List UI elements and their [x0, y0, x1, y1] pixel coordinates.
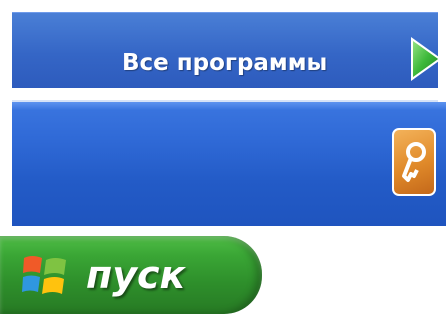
start-menu-footer	[12, 102, 446, 234]
all-programs-button[interactable]: Все программы	[12, 12, 442, 88]
menu-separator	[12, 88, 438, 102]
green-right-arrow-icon	[411, 37, 442, 81]
logoff-button[interactable]	[392, 128, 436, 196]
all-programs-label: Все программы	[122, 50, 328, 76]
key-icon	[402, 142, 426, 182]
start-label: пуск	[86, 253, 186, 297]
footer-edge	[0, 226, 446, 236]
footer-highlight	[12, 102, 446, 110]
windows-logo-icon	[22, 256, 66, 294]
